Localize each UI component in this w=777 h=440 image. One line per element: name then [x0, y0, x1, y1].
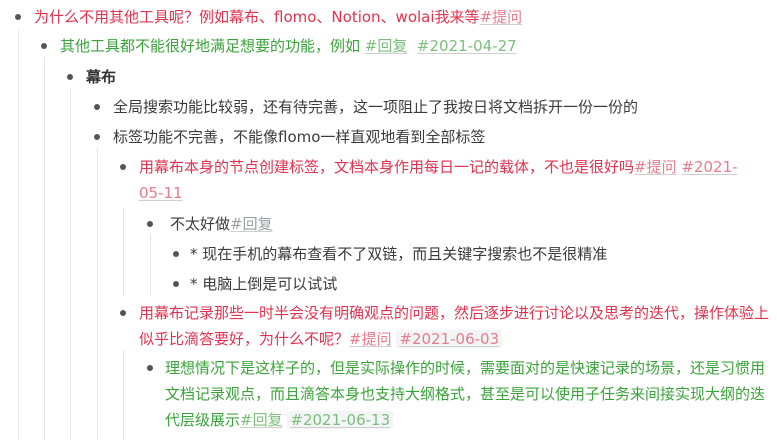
outline-node-question[interactable]: 用幕布本身的节点创建标签，文档本身作用每日一记的载体，不也是很好吗#提问 #20…: [139, 154, 749, 206]
tag-question[interactable]: #提问: [349, 330, 392, 348]
indent-guide: [97, 148, 98, 440]
tag-date[interactable]: #2021-06-13: [287, 411, 394, 429]
bullet[interactable]: [67, 74, 73, 80]
indent-guide: [123, 350, 124, 440]
tag-question[interactable]: #提问: [480, 8, 523, 26]
bullet[interactable]: [147, 221, 153, 227]
indent-guide: [150, 234, 151, 296]
indent-guide: [123, 208, 124, 296]
bullet[interactable]: [41, 43, 47, 49]
bullet[interactable]: [120, 164, 126, 170]
outline-node-answer[interactable]: 其他工具都不能很好地满足想要的功能，例如 #回复 #2021-04-27: [60, 33, 517, 59]
outline-node-question[interactable]: 为什么不用其他工具呢？例如幕布、flomo、Notion、wolai我来等#提问: [34, 4, 522, 30]
bullet[interactable]: [94, 104, 100, 110]
tag-date[interactable]: #2021-04-27: [417, 37, 517, 55]
bullet[interactable]: [120, 310, 126, 316]
indent-guide: [18, 30, 19, 440]
bullet[interactable]: [147, 365, 153, 371]
tag-date[interactable]: #2021-06-03: [396, 330, 503, 348]
tag-reply[interactable]: #回复: [230, 215, 273, 233]
outline-node-heading[interactable]: 幕布: [86, 64, 116, 90]
outline-node[interactable]: 全局搜索功能比较弱，还有待完善，这一项阻止了我按日将文档拆开一份一份的: [113, 94, 638, 120]
outline-node[interactable]: 标签功能不完善，不能像flomo一样直观地看到全部标签: [113, 124, 485, 150]
node-text: * 电脑上倒是可以试试: [190, 275, 338, 293]
indent-guide: [70, 88, 71, 440]
node-text: 幕布: [86, 68, 117, 86]
bullet[interactable]: [94, 134, 100, 140]
bullet[interactable]: [173, 251, 179, 257]
node-text: 其他工具都不能很好地满足想要的功能，例如: [60, 37, 361, 55]
indent-guide: [44, 57, 45, 440]
node-text: 不太好做: [170, 215, 231, 233]
node-text: * 现在手机的幕布查看不了双链，而且关键字搜索也不是很精准: [190, 245, 608, 263]
bullet[interactable]: [15, 14, 21, 20]
node-text: 用幕布本身的节点创建标签，文档本身作用每日一记的载体，不也是很好吗: [139, 158, 635, 176]
outline-node[interactable]: 不太好做#回复: [170, 211, 273, 237]
bullet[interactable]: [173, 281, 179, 287]
outline-node[interactable]: * 电脑上倒是可以试试: [190, 271, 337, 297]
node-text: 为什么不用其他工具呢？例如幕布、flomo、Notion、wolai我来等: [34, 8, 480, 26]
node-text: 标签功能不完善，不能像flomo一样直观地看到全部标签: [113, 128, 486, 146]
outline-node-question[interactable]: 用幕布记录那些一时半会没有明确观点的问题，然后逐步进行讨论以及思考的迭代，操作体…: [139, 300, 769, 352]
tag-question[interactable]: #提问: [634, 158, 677, 176]
tag-reply[interactable]: #回复: [365, 37, 408, 55]
tag-reply[interactable]: #回复: [240, 411, 283, 429]
outline-node-answer[interactable]: 理想情况下是这样子的，但是实际操作的时候，需要面对的是快速记录的场景，还是习惯用…: [165, 355, 765, 433]
outline-canvas: 为什么不用其他工具呢？例如幕布、flomo、Notion、wolai我来等#提问…: [0, 0, 777, 440]
node-text: 全局搜索功能比较弱，还有待完善，这一项阻止了我按日将文档拆开一份一份的: [113, 98, 639, 116]
outline-node[interactable]: * 现在手机的幕布查看不了双链，而且关键字搜索也不是很精准: [190, 241, 607, 267]
